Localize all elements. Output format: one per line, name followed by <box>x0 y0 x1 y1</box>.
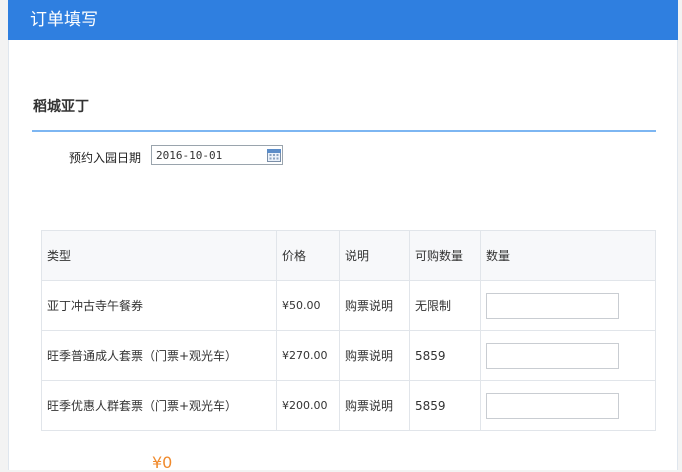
ticket-table: 类型 价格 说明 可购数量 数量 亚丁冲古寺午餐券 ¥50.00 购票说明 无限… <box>41 230 656 431</box>
ticket-price: ¥270.00 <box>276 330 340 381</box>
table-header-row: 类型 价格 说明 可购数量 数量 <box>41 230 656 281</box>
table-row: 亚丁冲古寺午餐券 ¥50.00 购票说明 无限制 <box>41 280 656 331</box>
quantity-input[interactable] <box>486 392 619 419</box>
quantity-cell <box>480 280 656 331</box>
park-name: 稻城亚丁 <box>33 99 89 115</box>
date-input[interactable]: 2016-10-01 <box>151 145 283 165</box>
header-available: 可购数量 <box>409 230 481 281</box>
ticket-available: 5859 <box>409 330 481 381</box>
ticket-available: 5859 <box>409 380 481 431</box>
quantity-cell <box>480 380 656 431</box>
total-price: ¥0 <box>152 453 173 472</box>
section-divider <box>32 130 656 132</box>
ticket-price: ¥50.00 <box>276 280 340 331</box>
table-row: 旺季优惠人群套票（门票+观光车） ¥200.00 购票说明 5859 <box>41 380 656 431</box>
ticket-type: 旺季优惠人群套票（门票+观光车） <box>41 380 277 431</box>
ticket-description-link[interactable]: 购票说明 <box>339 280 410 331</box>
header-quantity: 数量 <box>480 230 656 281</box>
ticket-description-link[interactable]: 购票说明 <box>339 330 410 381</box>
calendar-icon[interactable] <box>267 148 281 162</box>
page-title: 订单填写 <box>30 10 98 30</box>
header-type: 类型 <box>41 230 277 281</box>
table-row: 旺季普通成人套票（门票+观光车） ¥270.00 购票说明 5859 <box>41 330 656 381</box>
quantity-input[interactable] <box>486 342 619 369</box>
date-label: 预约入园日期 <box>69 151 142 165</box>
header-description: 说明 <box>339 230 410 281</box>
header-bar: 订单填写 <box>8 0 678 40</box>
date-value: 2016-10-01 <box>156 149 223 162</box>
ticket-type: 旺季普通成人套票（门票+观光车） <box>41 330 277 381</box>
quantity-cell <box>480 330 656 381</box>
header-price: 价格 <box>276 230 340 281</box>
ticket-price: ¥200.00 <box>276 380 340 431</box>
ticket-description-link[interactable]: 购票说明 <box>339 380 410 431</box>
ticket-type: 亚丁冲古寺午餐券 <box>41 280 277 331</box>
ticket-available: 无限制 <box>409 280 481 331</box>
quantity-input[interactable] <box>486 292 619 319</box>
